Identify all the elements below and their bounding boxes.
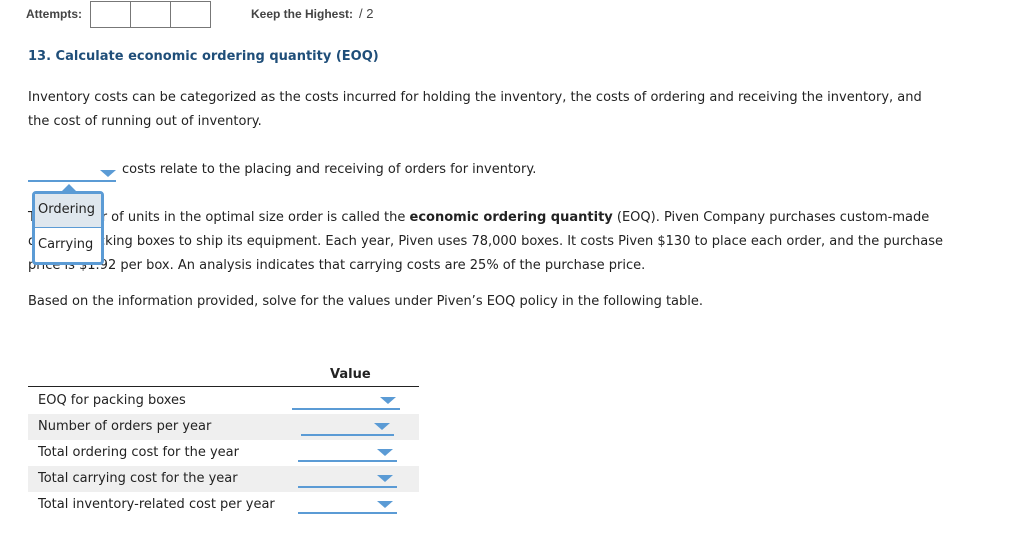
attempts-label: Attempts: — [26, 7, 82, 21]
row-label: Total ordering cost for the year — [38, 445, 239, 460]
value-column-header: Value — [330, 367, 371, 382]
fill-sentence: costs relate to the placing and receivin… — [28, 158, 536, 182]
score: / 2 — [359, 6, 374, 21]
table-row: Total inventory-related cost per year — [28, 492, 419, 518]
eoq-dropdown[interactable] — [292, 394, 400, 410]
table-row: Total ordering cost for the year — [28, 440, 419, 466]
option-carrying[interactable]: Carrying — [35, 228, 101, 262]
attempt-box — [90, 1, 131, 28]
cost-type-options-popup: Ordering Carrying — [32, 184, 104, 265]
fill-sentence-suffix: costs relate to the placing and receivin… — [122, 162, 537, 177]
keep-highest-label: Keep the Highest: — [251, 7, 354, 21]
scenario-paragraph: The number of units in the optimal size … — [28, 206, 948, 278]
chevron-down-icon — [377, 501, 393, 508]
intro-paragraph: Inventory costs can be categorized as th… — [28, 90, 922, 129]
table-row: EOQ for packing boxes — [28, 388, 419, 414]
chevron-down-icon — [380, 397, 396, 404]
option-ordering[interactable]: Ordering — [35, 194, 101, 228]
attempt-box — [170, 1, 211, 28]
chevron-down-icon — [100, 170, 116, 177]
carrying-cost-dropdown[interactable] — [298, 472, 397, 488]
eoq-table: Value EOQ for packing boxes Number of or… — [28, 364, 419, 518]
scenario-term: economic ordering quantity — [409, 210, 613, 225]
row-label: Number of orders per year — [38, 419, 212, 434]
orders-per-year-dropdown[interactable] — [301, 420, 394, 436]
table-row: Total carrying cost for the year — [28, 466, 419, 492]
row-label: Total carrying cost for the year — [38, 471, 238, 486]
chevron-down-icon — [377, 475, 393, 482]
row-label: Total inventory-related cost per year — [38, 497, 275, 512]
row-label: EOQ for packing boxes — [38, 393, 186, 408]
table-row: Number of orders per year — [28, 414, 419, 440]
attempt-box — [130, 1, 171, 28]
table-header: Value — [28, 364, 419, 387]
question-title: 13. Calculate economic ordering quantity… — [28, 49, 379, 64]
ordering-cost-dropdown[interactable] — [298, 446, 397, 462]
cost-type-dropdown[interactable] — [28, 166, 116, 182]
total-cost-dropdown[interactable] — [298, 498, 397, 514]
chevron-down-icon — [377, 449, 393, 456]
instruction-paragraph: Based on the information provided, solve… — [28, 294, 704, 309]
attempt-boxes — [90, 1, 211, 28]
chevron-down-icon — [374, 423, 390, 430]
